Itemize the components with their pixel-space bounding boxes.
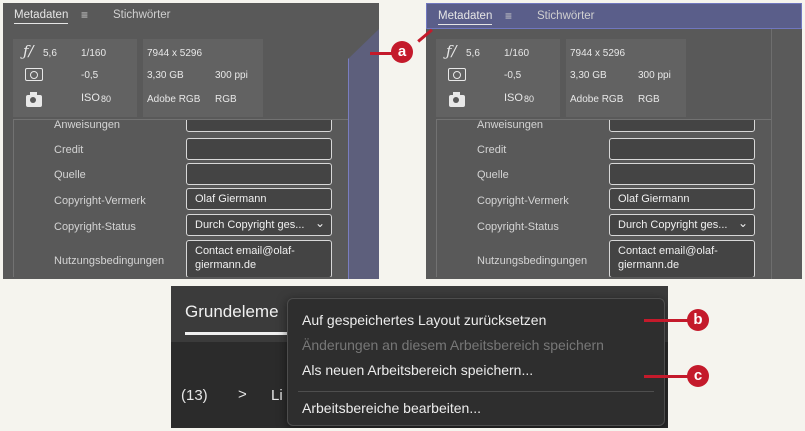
workspace-menu: Auf gespeichertes Layout zurücksetzen Än… [287,298,665,426]
camera-info: ƒ/ 5,6 1/160 -0,5 ISO 80 [13,39,137,117]
chevron-right-icon[interactable]: > [238,386,247,403]
metadata-panel-left: Metadaten ≡ Stichwörter ƒ/ 5,6 1/160 -0,… [3,3,379,279]
callout-c-line [644,375,690,378]
menu-item-save-new[interactable]: Als neuen Arbeitsbereich speichern... [302,362,533,378]
tab-metadata[interactable]: Metadaten [438,10,493,25]
resolution-value: 300 ppi [215,70,248,81]
aperture-icon: ƒ/ [23,42,34,60]
exposure-icon [448,68,466,81]
shutter-value: 1/160 [504,48,530,59]
aperture-value: 5,6 [466,48,480,59]
exposure-value: -0,5 [81,70,99,81]
copyright-notice-field[interactable]: Olaf Giermann [186,188,332,210]
copyright-status-select[interactable]: Durch Copyright ges... ⌄ [186,214,332,236]
copyright-status-select[interactable]: Durch Copyright ges... ⌄ [609,214,755,236]
exposure-value: -0,5 [504,70,522,81]
tab-keywords[interactable]: Stichwörter [113,9,171,21]
copyright-status-value: Durch Copyright ges... [195,219,305,231]
panel-tab-bar-highlighted: Metadaten ≡ Stichwörter [426,3,802,29]
field-label-instructions: Anweisungen [477,119,544,131]
profile-value: Adobe RGB [147,94,201,105]
callout-c: c [687,365,709,387]
field-label-copyright-notice: Copyright-Vermerk [54,195,146,207]
field-label-instructions: Anweisungen [54,119,121,131]
menu-item-reset-layout[interactable]: Auf gespeichertes Layout zurücksetzen [302,312,546,328]
iso-label: ISO [81,92,100,104]
aperture-value: 5,6 [43,48,57,59]
camera-icon [26,92,42,107]
dimensions-value: 7944 x 5296 [570,48,626,59]
iso-label: ISO [504,92,523,104]
callout-b-line [644,319,690,322]
iso-value: 80 [524,94,535,104]
usage-terms-field[interactable]: Contact email@olaf-giermann.de [186,240,332,277]
profile-value: Adobe RGB [570,94,624,105]
menu-icon[interactable]: ≡ [81,8,88,22]
dimensions-value: 7944 x 5296 [147,48,203,59]
item-count: (13) [181,387,208,404]
camera-info: ƒ/ 5,6 1/160 -0,5 ISO 80 [436,39,560,117]
field-label-copyright-notice: Copyright-Vermerk [477,195,569,207]
panel-tab-bar: Metadaten ≡ Stichwörter [3,3,379,29]
filesize-value: 3,30 GB [147,70,184,81]
callout-b: b [687,309,709,331]
callout-a-line [370,52,392,55]
colormode-value: RGB [215,94,237,105]
panel-highlight-strip [771,29,802,279]
file-info: 7944 x 5296 3,30 GB 300 ppi Adobe RGB RG… [566,39,686,117]
chevron-down-icon: ⌄ [314,216,325,230]
credit-field[interactable] [609,138,755,160]
chevron-down-icon: ⌄ [737,216,748,230]
menu-item-edit-workspaces[interactable]: Arbeitsbereiche bearbeiten... [302,400,481,416]
menu-separator [298,391,654,392]
copyright-status-value: Durch Copyright ges... [618,219,728,231]
shutter-value: 1/160 [81,48,107,59]
panel-highlight-strip [348,29,379,279]
workspace-name[interactable]: Grundeleme [185,302,279,322]
menu-icon[interactable]: ≡ [505,9,512,23]
credit-field[interactable] [186,138,332,160]
colormode-value: RGB [638,94,660,105]
filesize-value: 3,30 GB [570,70,607,81]
instructions-field[interactable] [609,120,755,132]
source-field[interactable] [609,163,755,185]
camera-icon [449,92,465,107]
aperture-icon: ƒ/ [446,42,457,60]
instructions-field[interactable] [186,120,332,132]
field-label-source: Quelle [54,169,86,181]
resolution-value: 300 ppi [638,70,671,81]
source-field[interactable] [186,163,332,185]
field-label-copyright-status: Copyright-Status [54,221,136,233]
truncated-label: Li [271,387,283,404]
menu-item-save-changes: Änderungen an diesem Arbeitsbereich spei… [302,337,604,353]
field-label-copyright-status: Copyright-Status [477,221,559,233]
field-label-source: Quelle [477,169,509,181]
callout-a: a [391,41,413,63]
copyright-notice-field[interactable]: Olaf Giermann [609,188,755,210]
workspace-screenshot: Grundeleme (13) > Li Auf gespeichertes L… [171,286,668,428]
tab-keywords[interactable]: Stichwörter [537,10,595,22]
file-info: 7944 x 5296 3,30 GB 300 ppi Adobe RGB RG… [143,39,263,117]
iptc-fields: Anweisungen Credit Quelle Copyright-Verm… [13,119,361,277]
iptc-fields: Anweisungen Credit Quelle Copyright-Verm… [436,119,784,277]
exposure-icon [25,68,43,81]
field-label-usage-terms: Nutzungsbedingungen [54,255,165,267]
tab-metadata[interactable]: Metadaten [14,9,69,24]
field-label-usage-terms: Nutzungsbedingungen [477,255,588,267]
field-label-credit: Credit [477,144,507,156]
usage-terms-field[interactable]: Contact email@olaf-giermann.de [609,240,755,277]
metadata-panel-right: Metadaten ≡ Stichwörter ƒ/ 5,6 1/160 -0,… [426,3,802,279]
field-label-credit: Credit [54,144,84,156]
iso-value: 80 [101,94,112,104]
